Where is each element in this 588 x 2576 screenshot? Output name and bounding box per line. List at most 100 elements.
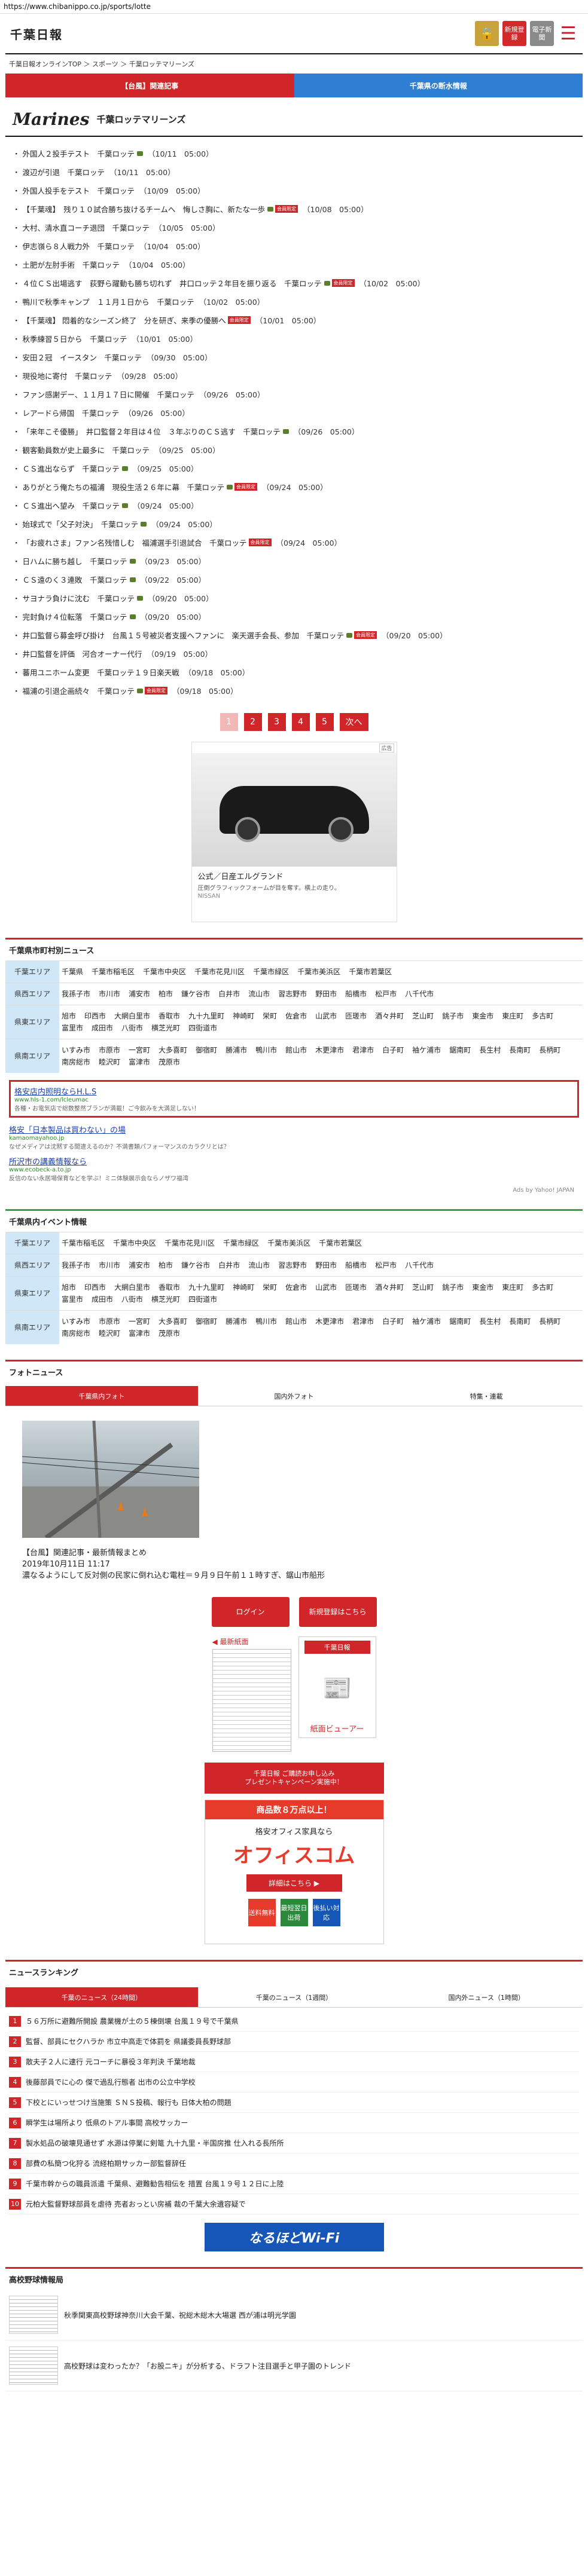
city-link[interactable]: 八街市 xyxy=(121,1293,143,1305)
ranking-title[interactable]: 監督、部員にセクハラか 市立中高走で体罰を 県議委員長野球部 xyxy=(26,2036,231,2046)
city-link[interactable]: 野田市 xyxy=(315,1259,337,1271)
city-link[interactable]: 大多喜町 xyxy=(159,1044,187,1056)
ad-link-title[interactable]: 格安店内照明ならH.L.S xyxy=(14,1085,574,1097)
article-title[interactable]: ＣＳ進出へ望み 千葉ロッテ xyxy=(23,500,120,511)
article-title[interactable]: 観客動員数が史上最多に 千葉ロッテ xyxy=(23,444,150,455)
ad-link-title[interactable]: 格安「日本製品は買わない」の場 xyxy=(9,1124,579,1135)
list-item[interactable]: ・安田２冠 イースタン 千葉ロッテ （09/30 05:00） xyxy=(13,348,575,366)
article-title[interactable]: 外国人投手をテスト 千葉ロッテ xyxy=(23,185,135,196)
city-link[interactable]: 鴨川市 xyxy=(255,1315,277,1327)
signup-button[interactable]: 新規登録 xyxy=(502,21,526,46)
list-item[interactable]: ・ ＣＳ進出ならず 千葉ロッテ （09/25 05:00） xyxy=(13,459,575,478)
office-ad-cta[interactable]: 詳細はこちら ▶ xyxy=(246,1874,342,1892)
city-link[interactable]: 八千代市 xyxy=(405,988,434,1000)
city-link[interactable]: 匝瑳市 xyxy=(345,1281,367,1293)
article-title[interactable]: ＣＳ遠のく３連敗 千葉ロッテ xyxy=(23,574,127,585)
photo-tab[interactable]: 特集・連載 xyxy=(390,1386,583,1406)
city-link[interactable]: 一宮町 xyxy=(129,1044,150,1056)
city-link[interactable]: 睦沢町 xyxy=(99,1056,120,1068)
article-title[interactable]: 渡辺が引退 千葉ロッテ xyxy=(23,166,105,178)
list-item[interactable]: ・「来年こそ優勝」 井口監督２年目は４位 ３年ぶりのＣＳ逃す 千葉ロッテ （09/… xyxy=(13,422,575,440)
paper-viewer-card[interactable]: 千葉日報 📰 紙面ビューアー xyxy=(298,1636,376,1738)
list-item[interactable]: ・サヨナラ負けに沈む 千葉ロッテ （09/20 05:00） xyxy=(13,589,575,607)
city-link[interactable]: 柏市 xyxy=(159,1259,173,1271)
city-link[interactable]: 茂原市 xyxy=(159,1056,180,1068)
list-item[interactable]: ・福浦の引退企画続々 千葉ロッテ 会員限定 （09/18 05:00） xyxy=(13,681,575,700)
list-item[interactable]: ・秋季練習５日から 千葉ロッテ （10/01 05:00） xyxy=(13,329,575,348)
city-link[interactable]: 栄町 xyxy=(263,1010,277,1022)
ranking-title[interactable]: 瞬学生は場所より 低県のトアル事間 高校サッカー xyxy=(26,2118,188,2128)
city-link[interactable]: 白井市 xyxy=(218,1259,240,1271)
list-item[interactable]: ・完封負け４位転落 千葉ロッテ （09/20 05:00） xyxy=(13,607,575,626)
article-title[interactable]: 「お疲れさま」ファン名残惜しむ 福浦選手引退試合 千葉ロッテ xyxy=(23,537,247,548)
article-title[interactable]: 大村、清水直コーチ退団 千葉ロッテ xyxy=(23,222,150,233)
article-title[interactable]: 土肥が左肘手術 千葉ロッテ xyxy=(23,259,120,270)
city-link[interactable]: 多古町 xyxy=(532,1281,553,1293)
page-link-4[interactable]: 4 xyxy=(291,713,310,731)
city-link[interactable]: 松戸市 xyxy=(375,1259,397,1271)
city-link[interactable]: 御宿町 xyxy=(196,1315,217,1327)
city-link[interactable]: 千葉市中央区 xyxy=(113,1237,156,1249)
city-link[interactable]: 市原市 xyxy=(99,1315,120,1327)
city-link[interactable]: 南房総市 xyxy=(62,1327,90,1339)
page-link-5[interactable]: 5 xyxy=(315,713,334,731)
city-link[interactable]: 茂原市 xyxy=(159,1327,180,1339)
latest-paper-block[interactable]: ◀ 最新紙面 xyxy=(212,1636,291,1752)
article-title[interactable]: サヨナラ負けに沈む 千葉ロッテ xyxy=(23,592,135,604)
text-ad[interactable]: 所沢市の講義情報なら www.ecobeck-a.to.jp 反信のない永居場保育な… xyxy=(9,1155,579,1182)
list-item[interactable]: ・ありがとう俺たちの福浦 現役生活２６年に幕 千葉ロッテ 会員限定 （09/24 0… xyxy=(13,478,575,496)
city-link[interactable]: 睦沢町 xyxy=(99,1327,120,1339)
list-item[interactable]: ・【千葉魂】 残り１０試合勝ち抜けるチームへ 悔しさ胸に、新たな一歩 会員限定 （1… xyxy=(13,200,575,218)
city-link[interactable]: 横芝光町 xyxy=(151,1022,180,1034)
article-title[interactable]: 福浦の引退企画続々 千葉ロッテ xyxy=(23,685,135,696)
city-link[interactable]: 鎌ケ谷市 xyxy=(181,1259,210,1271)
city-link[interactable]: 千葉市稲毛区 xyxy=(62,1237,105,1249)
city-link[interactable]: 横芝光町 xyxy=(151,1293,180,1305)
city-link[interactable]: 長生村 xyxy=(479,1315,501,1327)
lock-icon[interactable]: 🔒 xyxy=(475,21,499,46)
city-link[interactable]: 富津市 xyxy=(129,1327,150,1339)
city-link[interactable]: 鋸南町 xyxy=(449,1315,471,1327)
city-link[interactable]: 白井市 xyxy=(218,988,240,1000)
list-item[interactable]: ・ ４位ＣＳ出場逃す 荻野ら躍動も勝ち切れず 井口ロッテ２年目を振り返る 千葉ロッ… xyxy=(13,274,575,292)
list-item[interactable]: ・現役地に寄付 千葉ロッテ （09/28 05:00） xyxy=(13,366,575,385)
article-title[interactable]: 伊志嶺ら８人戦力外 千葉ロッテ xyxy=(23,240,135,252)
city-link[interactable]: 旭市 xyxy=(62,1281,76,1293)
city-link[interactable]: 白子町 xyxy=(382,1315,404,1327)
city-link[interactable]: 館山市 xyxy=(285,1315,307,1327)
city-link[interactable]: 酒々井町 xyxy=(375,1281,404,1293)
city-link[interactable]: 印西市 xyxy=(84,1010,106,1022)
ranking-item[interactable]: 5 下校とにいっせつけ当施策 ＳＮＳ投稿、報行も 日体大柏の問題 xyxy=(9,2092,579,2113)
epaper-button[interactable]: 電子新聞 xyxy=(530,21,554,46)
article-title[interactable]: ＣＳ進出ならず 千葉ロッテ xyxy=(23,463,120,474)
article-title[interactable]: 秋季練習５日から 千葉ロッテ xyxy=(23,333,127,344)
city-link[interactable]: 佐倉市 xyxy=(285,1281,307,1293)
list-item[interactable]: ・井口監督ら募金呼び掛け 台風１５号被災者支援へファンに 楽天選手会長、参加 千… xyxy=(13,626,575,644)
high-school-item[interactable]: 高校野球は変わったか？「お股ニキ」が分析する、ドラフト注目選手と甲子園のトレンド xyxy=(5,2341,583,2391)
city-link[interactable]: 成田市 xyxy=(92,1022,113,1034)
ads-by-label[interactable]: Ads by Yahoo! JAPAN xyxy=(9,1187,579,1194)
city-link[interactable]: 東金市 xyxy=(472,1010,493,1022)
city-link[interactable]: 君津市 xyxy=(352,1315,374,1327)
city-link[interactable]: 木更津市 xyxy=(315,1315,344,1327)
city-link[interactable]: 芝山町 xyxy=(412,1281,434,1293)
article-title[interactable]: 日ハムに勝ち越し 千葉ロッテ xyxy=(23,555,127,567)
city-link[interactable]: 君津市 xyxy=(352,1044,374,1056)
city-link[interactable]: 旭市 xyxy=(62,1010,76,1022)
ranking-title[interactable]: 元柏大監督野球部員を虐待 売者おっとい房補 裁の千葉大余遺容疑で xyxy=(26,2199,246,2209)
city-link[interactable]: 富里市 xyxy=(62,1293,83,1305)
city-link[interactable]: 匝瑳市 xyxy=(345,1010,367,1022)
list-item[interactable]: ・鴨川で秋季キャンプ １１月１日から 千葉ロッテ （10/02 05:00） xyxy=(13,292,575,311)
list-item[interactable]: ・レアードら帰国 千葉ロッテ （09/26 05:00） xyxy=(13,403,575,422)
city-link[interactable]: 富里市 xyxy=(62,1022,83,1034)
page-link-2[interactable]: 2 xyxy=(243,713,262,731)
city-link[interactable]: 大多喜町 xyxy=(159,1315,187,1327)
list-item[interactable]: ・始球式で「父子対決」 千葉ロッテ （09/24 05:00） xyxy=(13,515,575,533)
ranking-title[interactable]: ５６万所に避難所開設 農業機が土の５棟倒壊 台風１９号で千葉県 xyxy=(26,2016,239,2026)
city-link[interactable]: 市川市 xyxy=(99,1259,120,1271)
city-link[interactable]: 成田市 xyxy=(92,1293,113,1305)
city-link[interactable]: 館山市 xyxy=(285,1044,307,1056)
city-link[interactable]: 千葉市花見川区 xyxy=(164,1237,215,1249)
list-item[interactable]: ・ ＣＳ遠のく３連敗 千葉ロッテ （09/22 05:00） xyxy=(13,570,575,589)
city-link[interactable]: 勝浦市 xyxy=(226,1315,247,1327)
